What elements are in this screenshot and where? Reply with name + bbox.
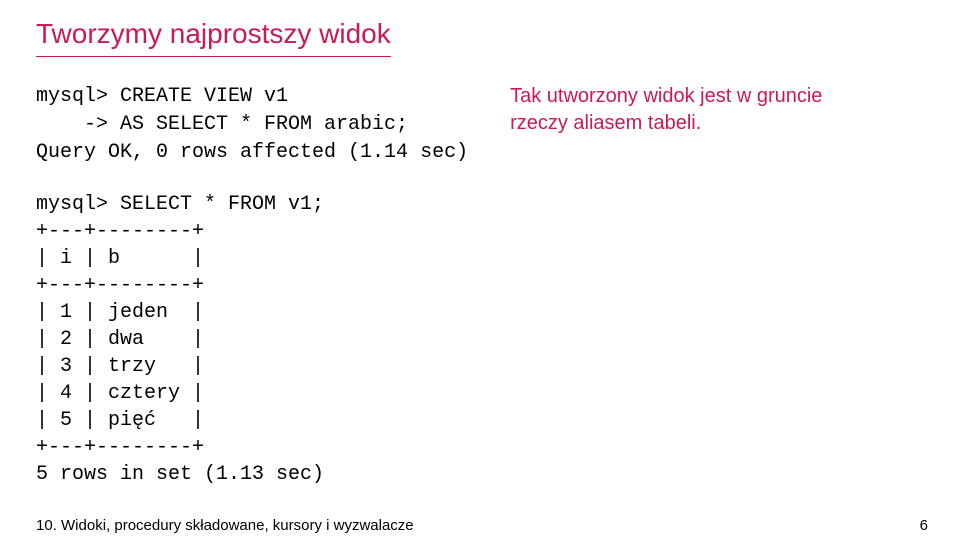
- page-title: Tworzymy najprostszy widok: [36, 18, 391, 57]
- footer-title: 10. Widoki, procedury składowane, kursor…: [36, 517, 414, 534]
- side-note: Tak utworzony widok jest w gruncie rzecz…: [510, 83, 830, 137]
- sql-create-view-code: mysql> CREATE VIEW v1 -> AS SELECT * FRO…: [36, 83, 468, 167]
- sql-select-output: mysql> SELECT * FROM v1; +---+--------+ …: [36, 191, 924, 488]
- slide: Tworzymy najprostszy widok mysql> CREATE…: [0, 0, 960, 550]
- footer: 10. Widoki, procedury składowane, kursor…: [36, 517, 932, 534]
- content-row: mysql> CREATE VIEW v1 -> AS SELECT * FRO…: [36, 83, 924, 167]
- footer-page-number: 6: [920, 517, 932, 534]
